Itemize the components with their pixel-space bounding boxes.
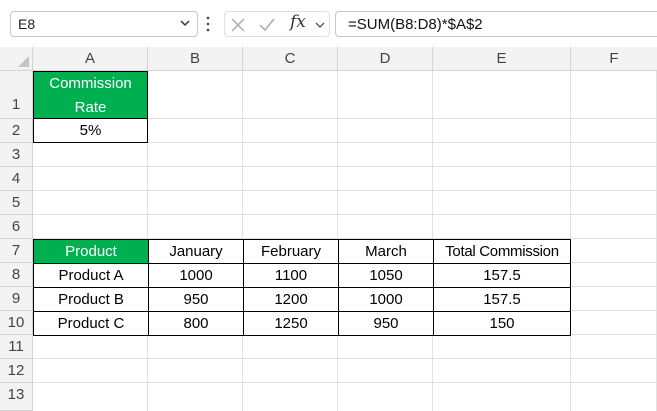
cell-a1-commission-rate-header[interactable]: Commission Rate — [33, 71, 148, 119]
row-header-5[interactable]: 5 — [0, 191, 33, 215]
chevron-down-icon[interactable] — [179, 17, 191, 29]
name-box-value: E8 — [18, 16, 36, 32]
column-header-f[interactable]: F — [571, 47, 657, 71]
row-header-10[interactable]: 10 — [0, 311, 33, 335]
table-cell-total-commission[interactable]: 157.5 — [433, 263, 571, 288]
cell-a1-line-1: Commission — [49, 75, 132, 92]
row-header-1[interactable]: 1 — [0, 71, 33, 119]
table-cell-total-commission[interactable]: 157.5 — [433, 287, 571, 312]
select-all-corner[interactable] — [0, 47, 33, 71]
gridline — [33, 382, 657, 383]
table-cell-product[interactable]: Product A — [33, 263, 149, 288]
table-cell-product[interactable]: Product B — [33, 287, 149, 312]
row-header-13[interactable]: 13 — [0, 383, 33, 411]
select-all-icon — [18, 56, 29, 67]
table-cell-product[interactable]: Product C — [33, 311, 149, 336]
table-header-total-commission[interactable]: Total Commission — [433, 239, 571, 264]
table-cell-january[interactable]: 950 — [148, 287, 244, 312]
insert-function-icon[interactable]: fx — [290, 12, 306, 32]
chevron-down-icon[interactable] — [315, 20, 325, 30]
cancel-icon[interactable] — [230, 17, 246, 33]
formula-input[interactable]: =SUM(B8:D8)*$A$2 — [335, 11, 657, 37]
row-header-3[interactable]: 3 — [0, 143, 33, 167]
column-header-c[interactable]: C — [243, 47, 338, 71]
row-header-4[interactable]: 4 — [0, 167, 33, 191]
table-header-january[interactable]: January — [148, 239, 244, 264]
gridline — [33, 214, 657, 215]
table-cell-february[interactable]: 1250 — [243, 311, 339, 336]
row-header-7[interactable]: 7 — [0, 239, 33, 263]
table-cell-total-commission[interactable]: 150 — [433, 311, 571, 336]
cell-a2-commission-rate[interactable]: 5% — [33, 119, 148, 143]
name-box[interactable]: E8 — [10, 11, 198, 37]
row-header-2[interactable]: 2 — [0, 119, 33, 143]
more-options-icon[interactable] — [205, 14, 211, 34]
table-cell-march[interactable]: 1000 — [338, 287, 434, 312]
row-header-6[interactable]: 6 — [0, 215, 33, 239]
row-header-9[interactable]: 9 — [0, 287, 33, 311]
gridline — [33, 358, 657, 359]
gridline — [33, 166, 657, 167]
table-cell-january[interactable]: 1000 — [148, 263, 244, 288]
column-header-a[interactable]: A — [33, 47, 148, 71]
table-cell-january[interactable]: 800 — [148, 311, 244, 336]
table-header-product[interactable]: Product — [33, 239, 149, 264]
enter-check-icon[interactable] — [258, 17, 276, 33]
column-header-d[interactable]: D — [338, 47, 433, 71]
row-header-8[interactable]: 8 — [0, 263, 33, 287]
formula-buttons: fx — [224, 11, 330, 37]
table-cell-february[interactable]: 1200 — [243, 287, 339, 312]
cell-a1-line-2: Rate — [74, 99, 107, 116]
table-header-march[interactable]: March — [338, 239, 434, 264]
row-header-12[interactable]: 12 — [0, 359, 33, 383]
formula-text: =SUM(B8:D8)*$A$2 — [348, 16, 483, 33]
column-header-b[interactable]: B — [148, 47, 243, 71]
table-cell-february[interactable]: 1100 — [243, 263, 339, 288]
table-header-february[interactable]: February — [243, 239, 339, 264]
formula-bar: E8 fx =SUM(B8:D8)*$A$2 — [0, 0, 657, 45]
table-cell-march[interactable]: 1050 — [338, 263, 434, 288]
column-header-e[interactable]: E — [433, 47, 571, 71]
row-header-11[interactable]: 11 — [0, 335, 33, 359]
spreadsheet-grid: A B C D E F 1 2 3 4 5 6 7 8 9 10 11 12 1… — [0, 47, 657, 411]
table-cell-march[interactable]: 950 — [338, 311, 434, 336]
gridline — [33, 190, 657, 191]
